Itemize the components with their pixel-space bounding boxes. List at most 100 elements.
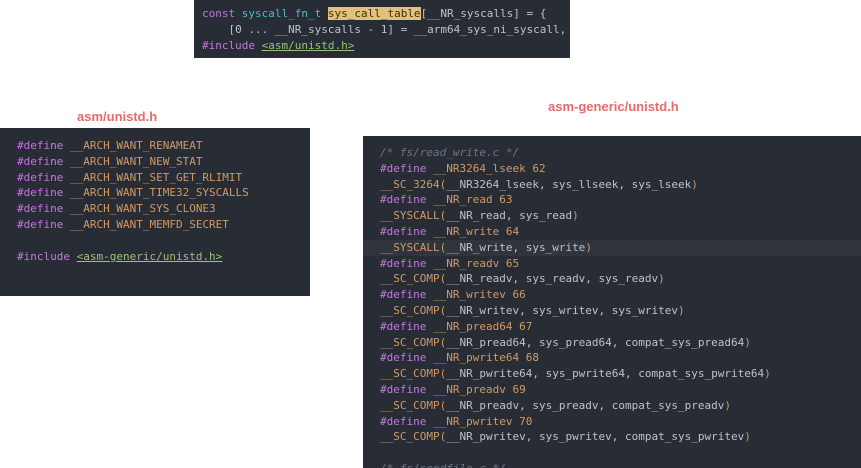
code-token: #define [17,217,70,231]
code-token: __NR3264_lseek 62 [432,161,546,175]
code-line[interactable]: #define __ARCH_WANT_NEW_STAT [17,154,293,170]
code-lines: #define __ARCH_WANT_RENAMEAT #define __AR… [17,138,293,264]
code-token: __SC_COMP( [380,398,447,412]
code-line[interactable]: __SC_COMP(__NR_pwritev, sys_pwritev, com… [363,429,861,445]
code-token: ) [585,240,592,254]
code-line[interactable]: #define __NR_pwritev 70 [363,414,861,430]
code-token: /* fs/read_write.c */ [380,146,520,159]
code-line[interactable]: #define __ARCH_WANT_SYS_CLONE3 [17,201,293,217]
code-token: #define [380,319,433,333]
code-token: sys_call_table [327,7,421,20]
code-token: __NR_pread64 67 [432,319,533,333]
code-line[interactable]: [0 ... __NR_syscalls - 1] = __arm64_sys_… [202,22,566,38]
code-line[interactable]: #define __NR_read 63 [363,192,861,208]
code-token: #define [380,193,433,207]
code-token: __NR_preadv, sys_preadv, compat_sys_prea… [446,398,725,412]
code-line[interactable]: #define __NR_writev 66 [363,287,861,303]
code-line[interactable]: __SC_COMP(__NR_writev, sys_writev, sys_w… [363,303,861,319]
code-token: #define [17,139,70,152]
code-line[interactable]: #define __NR_pwrite64 68 [363,350,861,366]
code-panel-asm-unistd: #define __ARCH_WANT_RENAMEAT #define __AR… [0,128,310,296]
code-line[interactable]: __SYSCALL(__NR_read, sys_read) [363,208,861,224]
code-token: __NR_write, sys_write [446,240,586,254]
code-token: __NR3264_lseek, sys_llseek, sys_lseek [446,177,692,191]
code-token: #define [380,351,433,365]
code-token: #include [202,38,262,52]
code-line[interactable] [17,233,293,249]
code-panel-asm-generic-unistd: /* fs/read_write.c */ #define __NR3264_ls… [363,136,861,468]
code-token: [__NR_syscalls] = { [420,7,547,20]
code-line[interactable]: #define __NR_pread64 67 [363,319,861,335]
code-line[interactable]: #include <asm/unistd.h> [202,38,562,54]
code-token: __SC_COMP( [380,430,447,444]
code-token: __NR_write 64 [432,224,520,238]
code-token: #define [17,154,70,168]
code-token: __NR_read 63 [432,193,513,207]
code-token: __SC_COMP( [380,335,447,349]
include-link[interactable]: <asm-generic/unistd.h> [77,250,223,263]
code-line[interactable]: #define __ARCH_WANT_RENAMEAT [17,138,293,154]
code-token: __NR_writev 66 [432,288,526,302]
code-token: #define [17,202,70,216]
code-line[interactable]: #define __NR_readv 65 [363,256,861,272]
code-line[interactable]: #define __NR_write 64 [363,224,861,240]
code-token: [0 ... __NR_syscalls - 1] = __arm64_sys_… [202,22,567,36]
code-token: ) [744,430,751,444]
code-token: __SC_COMP( [380,367,447,381]
code-token: #define [17,186,70,200]
code-token: ) [678,303,685,317]
code-token: #define [380,256,433,270]
code-line[interactable]: __SC_COMP(__NR_readv, sys_readv, sys_rea… [363,271,861,287]
code-panel-syscall-table: const syscall_fn_t sys_call_table[__NR_s… [194,0,570,58]
code-token: __SC_COMP( [380,272,447,286]
code-token: ) [744,335,751,349]
code-line[interactable]: __SC_3264(__NR3264_lseek, sys_llseek, sy… [363,177,861,193]
code-line[interactable]: #define __ARCH_WANT_MEMFD_SECRET [17,217,293,233]
code-token: ) [572,209,579,223]
code-token: const [202,7,242,20]
code-token: __ARCH_WANT_TIME32_SYSCALLS [69,186,249,200]
code-token: __NR_readv, sys_readv, sys_readv [446,272,659,286]
code-token: __NR_pwrite64, sys_pwrite64, compat_sys_… [446,367,765,381]
code-token: __SYSCALL( [380,209,447,223]
code-token: ) [724,398,732,412]
code-token: #define [380,224,433,238]
code-line[interactable]: #define __NR3264_lseek 62 [363,161,861,177]
code-token: __NR_writev, sys_writev, sys_writev [446,303,679,317]
include-link[interactable]: <asm/unistd.h> [262,39,355,52]
code-token: __NR_pwrite64 68 [432,351,539,365]
code-token: /* fs/sendfile.c */ [380,462,506,468]
code-line[interactable]: const syscall_fn_t sys_call_table[__NR_s… [202,6,562,22]
code-line[interactable]: #define __ARCH_WANT_SET_GET_RLIMIT [17,170,293,186]
code-token: ) [658,272,665,286]
code-line[interactable]: __SYSCALL(__NR_write, sys_write) [363,239,861,256]
code-token: __ARCH_WANT_MEMFD_SECRET [69,217,229,231]
code-token: __NR_pwritev, sys_pwritev, compat_sys_pw… [446,430,745,444]
code-line[interactable]: __SC_COMP(__NR_pread64, sys_pread64, com… [363,335,861,351]
code-token: ) [691,177,698,191]
code-line[interactable]: /* fs/sendfile.c */ [363,461,861,468]
code-token: __NR_pread64, sys_pread64, compat_sys_pr… [446,335,745,349]
code-lines: const syscall_fn_t sys_call_table[__NR_s… [202,6,566,54]
heading-asm-unistd: asm/unistd.h [77,109,158,124]
code-token: __ARCH_WANT_NEW_STAT [69,154,203,168]
code-token: #define [380,382,433,396]
code-token: ) [764,367,771,381]
code-line[interactable] [363,445,861,461]
code-line[interactable]: #define __NR_preadv 69 [363,382,861,398]
code-token: __NR_pwritev 70 [432,414,533,428]
code-line[interactable]: #include <asm-generic/unistd.h> [17,249,293,265]
code-token: #define [380,288,433,302]
heading-asm-generic-unistd: asm-generic/unistd.h [548,99,679,114]
code-token: #define [380,161,433,175]
code-token: __SC_3264( [380,177,447,191]
code-token: __SYSCALL( [380,240,447,254]
code-line[interactable]: __SC_COMP(__NR_pwrite64, sys_pwrite64, c… [363,366,861,382]
code-token: __NR_readv 65 [432,256,520,270]
code-line[interactable]: /* fs/read_write.c */ [363,145,861,161]
code-token: __NR_preadv 69 [432,382,526,396]
code-line[interactable]: __SC_COMP(__NR_preadv, sys_preadv, compa… [363,398,861,414]
code-token: __ARCH_WANT_RENAMEAT [69,139,203,152]
code-token: __NR_read, sys_read [446,209,573,223]
code-line[interactable]: #define __ARCH_WANT_TIME32_SYSCALLS [17,185,293,201]
